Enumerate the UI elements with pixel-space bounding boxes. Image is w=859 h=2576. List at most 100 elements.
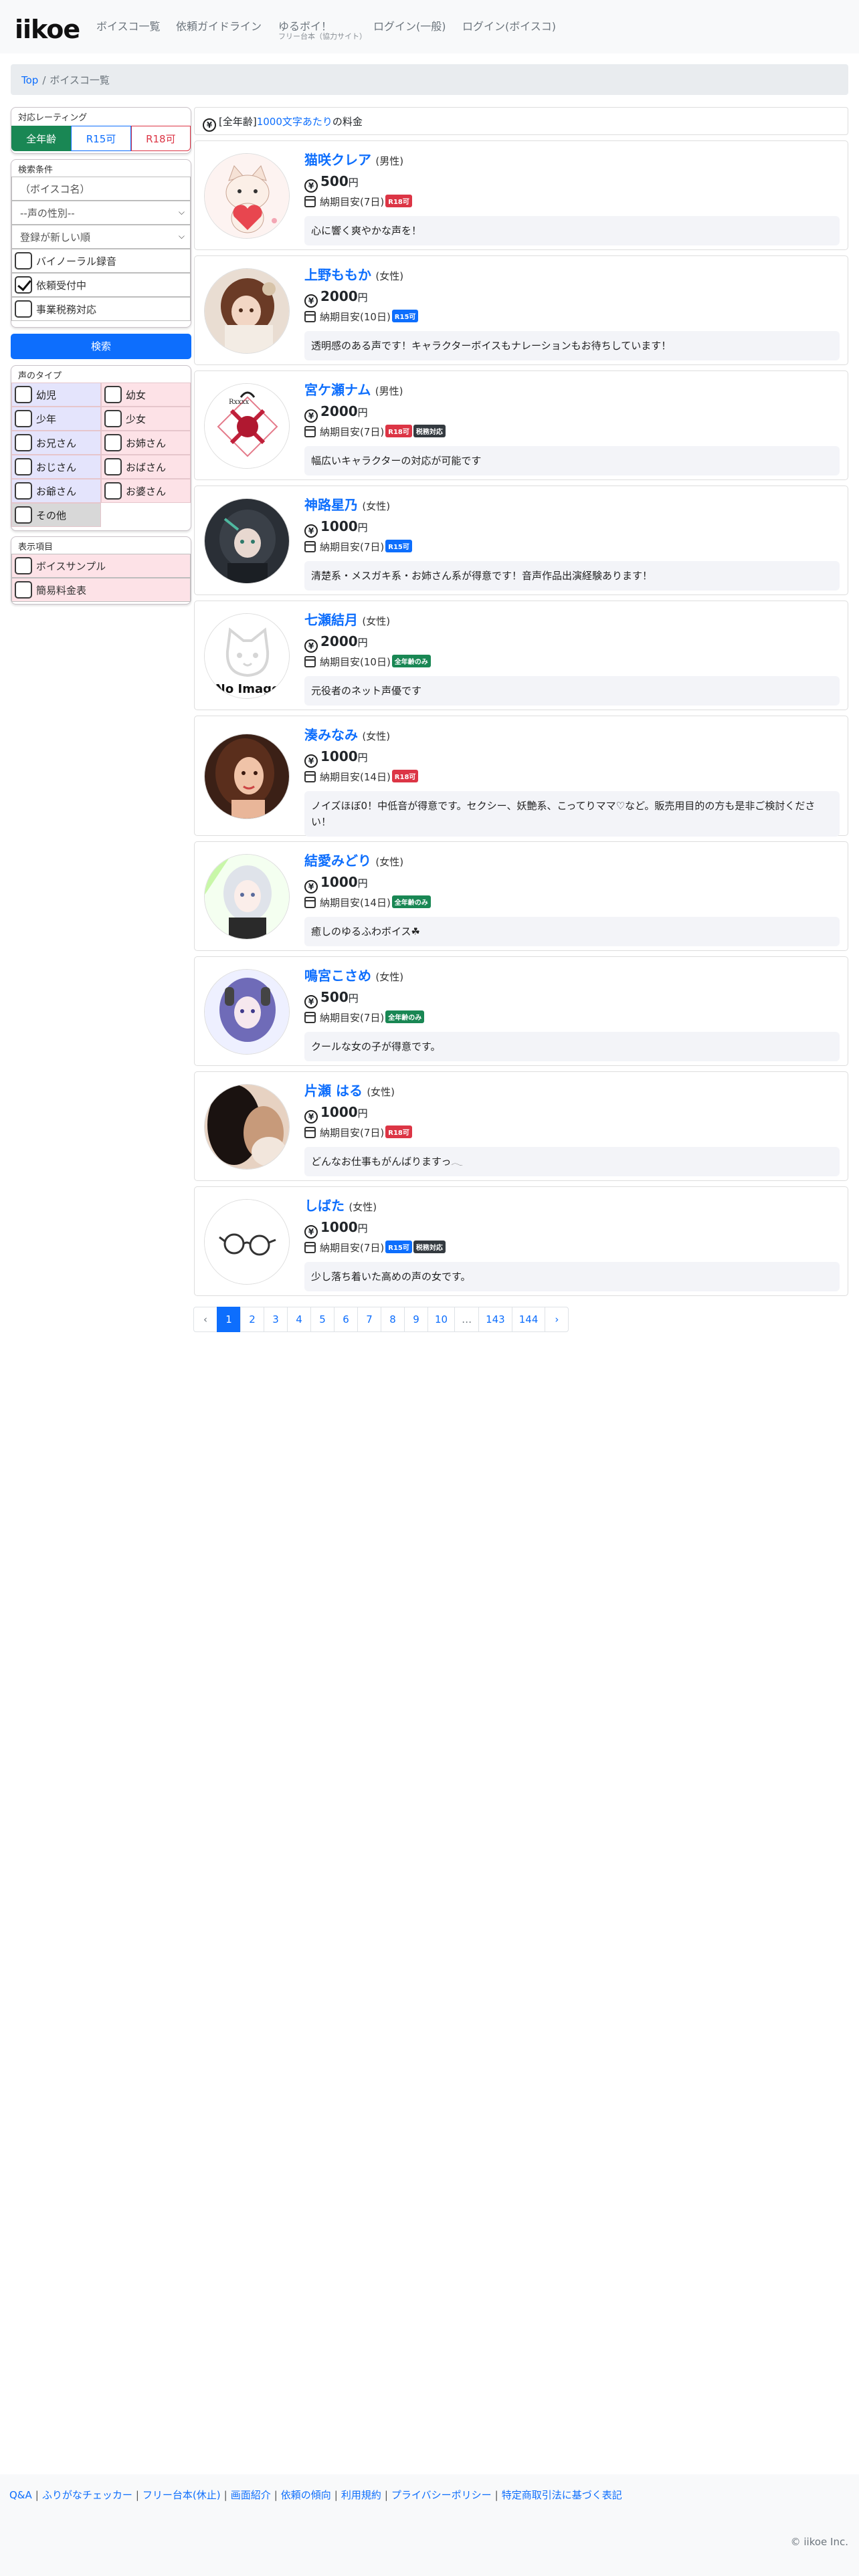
voice-card[interactable]: 神路星乃 (女性) ¥1000円 納期目安(7日) R15可 清楚系・メスガキ系・お姉さ… — [194, 486, 848, 595]
voice-type-checkbox[interactable] — [15, 410, 32, 427]
page-link[interactable]: 8 — [381, 1307, 405, 1332]
price-table-checkbox[interactable] — [15, 581, 32, 599]
voice-type-1[interactable]: 幼女 — [101, 383, 191, 407]
voice-avatar[interactable]: Rxxxx — [204, 383, 290, 469]
nav-login-voice[interactable]: ログイン(ボイスコ) — [462, 17, 556, 33]
voice-type-checkbox[interactable] — [15, 506, 32, 524]
rating-all-ages[interactable]: 全年齢 — [11, 126, 72, 151]
accepting-checkbox-row[interactable]: 依頼受付中 — [11, 273, 191, 297]
voice-type-checkbox[interactable] — [104, 386, 122, 403]
voice-type-2[interactable]: 少年 — [11, 407, 101, 431]
page-link[interactable]: 1 — [217, 1307, 241, 1332]
page-link[interactable]: 143 — [478, 1307, 512, 1332]
footer-link[interactable]: プライバシーポリシー — [391, 2489, 492, 2501]
voice-avatar[interactable] — [204, 1199, 290, 1285]
voice-card[interactable]: 猫咲クレア (男性) ¥500円 納期目安(7日) R18可 心に響く爽やかな声を！ — [194, 140, 848, 250]
voice-card[interactable]: 片瀬 はる (女性) ¥1000円 納期目安(7日) R18可 どんなお仕事もがんばりま… — [194, 1071, 848, 1181]
voice-name-input[interactable]: （ボイスコ名） — [11, 177, 191, 201]
voice-type-10[interactable]: その他 — [11, 503, 101, 527]
nav-login-general[interactable]: ログイン(一般) — [373, 17, 446, 33]
sort-select[interactable]: 登録が新しい順 ⌵ — [11, 225, 191, 249]
voice-sample-checkbox[interactable] — [15, 557, 32, 574]
voice-avatar[interactable] — [204, 268, 290, 354]
page-next[interactable]: › — [545, 1307, 569, 1332]
voice-type-checkbox[interactable] — [15, 482, 32, 500]
page-link[interactable]: 10 — [427, 1307, 456, 1332]
footer-link[interactable]: ふりがなチェッカー — [42, 2489, 132, 2501]
voice-name-link[interactable]: 神路星乃 — [304, 497, 358, 513]
page-link[interactable]: 7 — [357, 1307, 381, 1332]
page-prev[interactable]: ‹ — [193, 1307, 217, 1332]
voice-avatar[interactable] — [204, 734, 290, 819]
voice-card[interactable]: 湊みなみ (女性) ¥1000円 納期目安(14日) R18可 ノイズほぼ0！中低音が得… — [194, 716, 848, 837]
voice-type-checkbox[interactable] — [15, 434, 32, 451]
nav-voice-list[interactable]: ボイスコ一覧 — [96, 17, 161, 33]
price-table-checkbox-row[interactable]: 簡易料金表 — [11, 578, 191, 602]
voice-card[interactable]: しばた (女性) ¥1000円 納期目安(7日) R15可 税務対応 少し落ち着いた高めの… — [194, 1186, 848, 1296]
page-link[interactable]: 4 — [287, 1307, 311, 1332]
page-link[interactable]: 6 — [334, 1307, 358, 1332]
voice-name-link[interactable]: 片瀬 はる — [304, 1083, 363, 1099]
voice-type-checkbox[interactable] — [15, 386, 32, 403]
footer-link[interactable]: 利用規約 — [341, 2489, 381, 2501]
page-link[interactable]: 2 — [240, 1307, 264, 1332]
voice-type-7[interactable]: おばさん — [101, 455, 191, 479]
footer-link[interactable]: 画面紹介 — [231, 2489, 271, 2501]
binaural-checkbox-row[interactable]: バイノーラル録音 — [11, 249, 191, 273]
voice-type-9[interactable]: お婆さん — [101, 479, 191, 503]
voice-avatar[interactable] — [204, 153, 290, 239]
voice-card[interactable]: No Image 七瀬結月 (女性) ¥2000円 納期目安(10日) 全年齢のみ 元役者… — [194, 601, 848, 710]
binaural-checkbox[interactable] — [15, 252, 32, 270]
voice-avatar[interactable] — [204, 498, 290, 584]
breadcrumb-top[interactable]: Top — [21, 74, 38, 86]
voice-card[interactable]: 結愛みどり (女性) ¥1000円 納期目安(14日) 全年齢のみ 癒しのゆるふわボイス… — [194, 841, 848, 951]
voice-type-3[interactable]: 少女 — [101, 407, 191, 431]
voice-type-checkbox[interactable] — [104, 482, 122, 500]
footer-link[interactable]: Q&A — [9, 2489, 32, 2501]
voice-name-link[interactable]: しばた — [304, 1198, 345, 1214]
rating-badge: 全年齢のみ — [391, 895, 431, 908]
brand-logo[interactable]: iikoe — [15, 15, 80, 44]
footer-link[interactable]: 特定商取引法に基づく表記 — [502, 2489, 622, 2501]
voice-type-checkbox[interactable] — [15, 458, 32, 475]
voice-sample-checkbox-row[interactable]: ボイスサンプル — [11, 554, 191, 578]
page-link[interactable]: 9 — [404, 1307, 428, 1332]
voice-type-8[interactable]: お爺さん — [11, 479, 101, 503]
voice-card[interactable]: Rxxxx 宮ケ瀬ナム (男性) ¥2000円 納期目安(7日) R18可 税務対応 幅広い… — [194, 370, 848, 480]
tax-checkbox[interactable] — [15, 300, 32, 318]
rating-r18[interactable]: R18可 — [130, 126, 191, 151]
footer-link[interactable]: 依頼の傾向 — [281, 2489, 331, 2501]
voice-name-link[interactable]: 猫咲クレア — [304, 152, 371, 168]
nav-guideline[interactable]: 依頼ガイドライン — [176, 17, 262, 33]
voice-name-link[interactable]: 結愛みどり — [304, 853, 371, 869]
voice-type-6[interactable]: おじさん — [11, 455, 101, 479]
page-link[interactable]: 3 — [264, 1307, 288, 1332]
voice-name-link[interactable]: 上野ももか — [304, 267, 371, 283]
accepting-checkbox[interactable] — [15, 276, 32, 294]
price-basis-link[interactable]: 1000文字あたり — [257, 116, 332, 128]
voice-name-link[interactable]: 七瀬結月 — [304, 612, 358, 628]
voice-card[interactable]: 上野ももか (女性) ¥2000円 納期目安(10日) R15可 透明感のある声です！キ… — [194, 255, 848, 365]
voice-avatar[interactable] — [204, 854, 290, 940]
voice-avatar[interactable] — [204, 969, 290, 1055]
voice-type-checkbox[interactable] — [104, 434, 122, 451]
search-button[interactable]: 検索 — [11, 334, 191, 359]
yen-circle-icon: ¥ — [304, 179, 318, 193]
page-link[interactable]: 144 — [511, 1307, 546, 1332]
footer-link[interactable]: フリー台本(休止) — [142, 2489, 221, 2501]
voice-avatar[interactable] — [204, 1084, 290, 1170]
voice-name-link[interactable]: 鳴宮こさめ — [304, 968, 371, 984]
page-link[interactable]: 5 — [310, 1307, 335, 1332]
voice-type-5[interactable]: お姉さん — [101, 431, 191, 455]
rating-r15[interactable]: R15可 — [71, 126, 131, 151]
voice-avatar[interactable]: No Image — [204, 613, 290, 699]
voice-name-link[interactable]: 宮ケ瀬ナム — [304, 382, 371, 398]
voice-name-link[interactable]: 湊みなみ — [304, 727, 358, 743]
voice-type-checkbox[interactable] — [104, 410, 122, 427]
tax-checkbox-row[interactable]: 事業税務対応 — [11, 297, 191, 321]
voice-type-4[interactable]: お兄さん — [11, 431, 101, 455]
voice-type-0[interactable]: 幼児 — [11, 383, 101, 407]
gender-select[interactable]: --声の性別-- ⌵ — [11, 201, 191, 225]
voice-card[interactable]: 鳴宮こさめ (女性) ¥500円 納期目安(7日) 全年齢のみ クールな女の子が得意です… — [194, 956, 848, 1066]
voice-type-checkbox[interactable] — [104, 458, 122, 475]
